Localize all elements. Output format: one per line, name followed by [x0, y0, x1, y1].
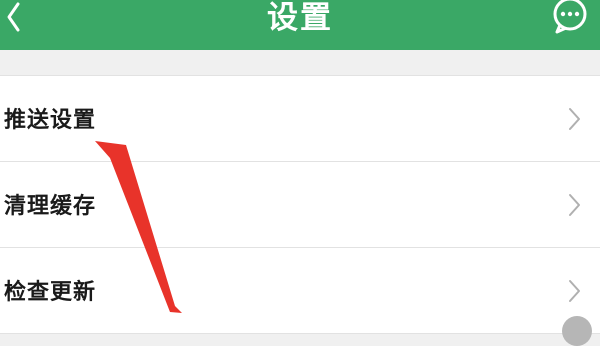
section-gap [0, 50, 600, 76]
clear-cache-item[interactable]: 清理缓存 [0, 162, 600, 248]
push-settings-label: 推送设置 [4, 108, 97, 133]
check-update-item[interactable]: 检查更新 [0, 248, 600, 334]
chevron-right-icon [569, 108, 580, 130]
chevron-right-icon [569, 280, 580, 302]
page-title: 设置 [267, 0, 333, 36]
push-settings-item[interactable]: 推送设置 [0, 76, 600, 162]
chevron-right-icon [569, 194, 580, 216]
check-update-label: 检查更新 [4, 280, 97, 305]
clear-cache-label: 清理缓存 [4, 194, 97, 219]
floating-bubble[interactable] [562, 316, 592, 346]
chat-bubble-icon[interactable] [548, 0, 592, 38]
header-bar: 设置 [0, 0, 600, 50]
settings-list: 推送设置 清理缓存 检查更新 [0, 76, 600, 334]
